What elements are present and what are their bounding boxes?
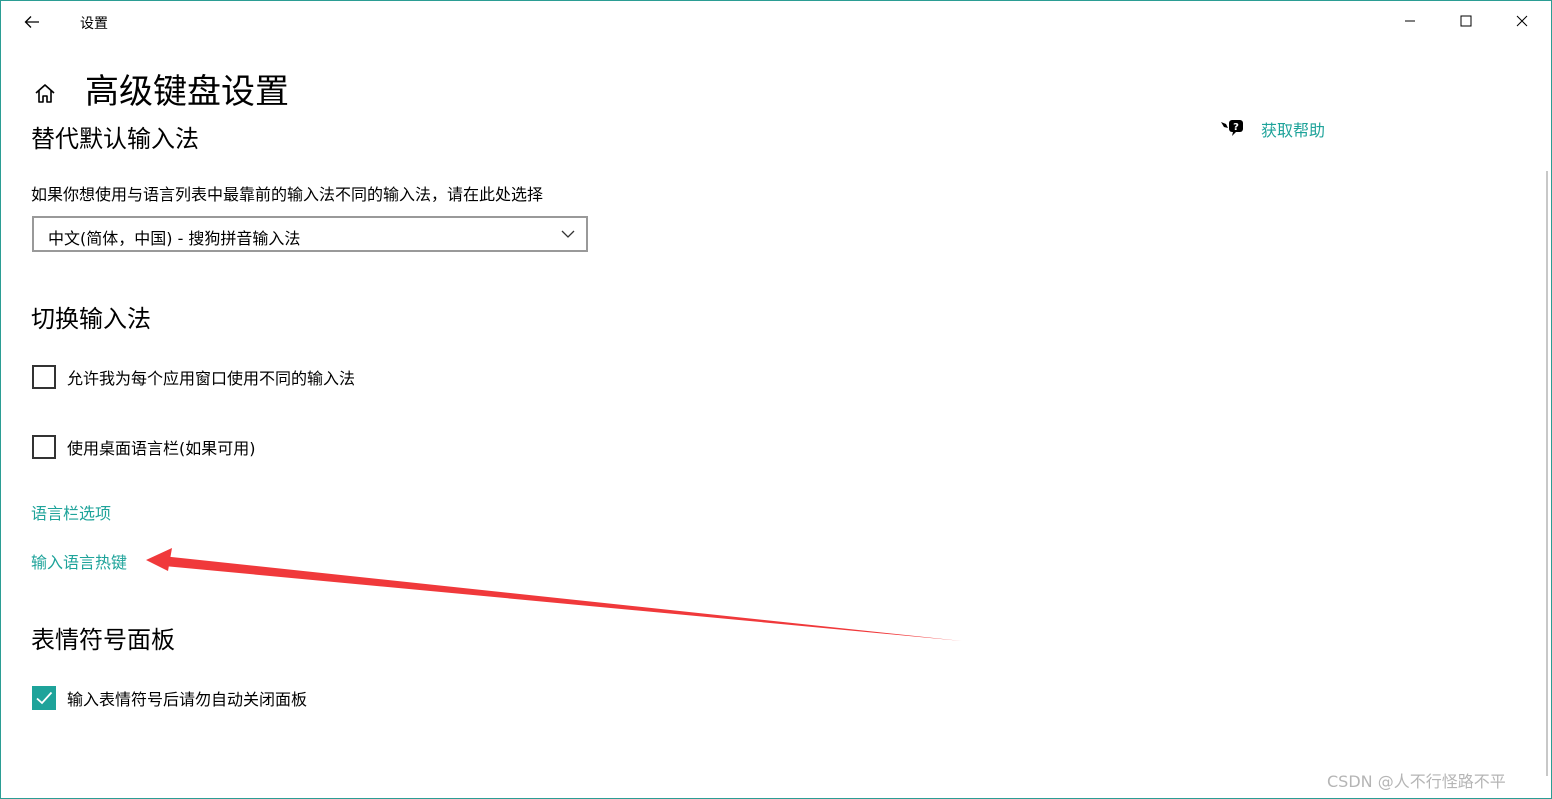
checkmark-icon bbox=[36, 691, 53, 705]
maximize-icon bbox=[1460, 15, 1472, 27]
get-help-label: 获取帮助 bbox=[1261, 121, 1326, 140]
watermark: CSDN @人不行怪路不平 bbox=[1327, 772, 1506, 791]
dropdown-selected-value: 中文(简体，中国) - 搜狗拼音输入法 bbox=[48, 229, 301, 248]
emoji-auto-close-label: 输入表情符号后请勿自动关闭面板 bbox=[67, 690, 308, 709]
per-app-input-label: 允许我为每个应用窗口使用不同的输入法 bbox=[67, 369, 356, 388]
switch-input-heading: 切换输入法 bbox=[31, 305, 151, 333]
desktop-language-bar-checkbox[interactable] bbox=[32, 435, 56, 459]
chevron-down-icon bbox=[561, 230, 575, 238]
emoji-auto-close-checkbox-row[interactable]: 输入表情符号后请勿自动关闭面板 bbox=[32, 686, 307, 710]
scrollbar[interactable] bbox=[1546, 171, 1548, 776]
override-input-description: 如果你想使用与语言列表中最靠前的输入法不同的输入法，请在此处选择 bbox=[31, 185, 544, 204]
settings-window: 设置 高级键盘设置 ? 获取帮助 替代默认输入法 如果你想使用与语言列表中最靠前… bbox=[0, 0, 1552, 799]
per-app-input-checkbox[interactable] bbox=[32, 365, 56, 389]
back-button[interactable] bbox=[15, 7, 49, 37]
maximize-button[interactable] bbox=[1438, 1, 1494, 41]
home-button[interactable] bbox=[31, 79, 59, 107]
per-app-input-checkbox-row[interactable]: 允许我为每个应用窗口使用不同的输入法 bbox=[32, 365, 355, 389]
minimize-button[interactable] bbox=[1382, 1, 1438, 41]
emoji-auto-close-checkbox[interactable] bbox=[32, 686, 56, 710]
language-bar-options-link[interactable]: 语言栏选项 bbox=[31, 500, 111, 524]
app-title: 设置 bbox=[80, 16, 108, 32]
page-title: 高级键盘设置 bbox=[85, 72, 289, 112]
svg-text:?: ? bbox=[1233, 122, 1239, 133]
help-chat-icon: ? bbox=[1221, 120, 1243, 136]
desktop-language-bar-checkbox-row[interactable]: 使用桌面语言栏(如果可用) bbox=[32, 435, 256, 459]
input-language-hotkeys-link[interactable]: 输入语言热键 bbox=[31, 549, 127, 573]
minimize-icon bbox=[1405, 20, 1415, 22]
emoji-panel-heading: 表情符号面板 bbox=[31, 626, 175, 654]
override-input-heading: 替代默认输入法 bbox=[31, 125, 199, 153]
input-method-dropdown[interactable]: 中文(简体，中国) - 搜狗拼音输入法 bbox=[32, 216, 588, 252]
desktop-language-bar-label: 使用桌面语言栏(如果可用) bbox=[67, 439, 256, 458]
home-icon bbox=[35, 84, 55, 103]
close-icon bbox=[1516, 15, 1528, 27]
back-arrow-icon bbox=[24, 16, 39, 28]
get-help-link[interactable]: ? 获取帮助 bbox=[1219, 117, 1325, 141]
close-button[interactable] bbox=[1494, 1, 1550, 41]
title-bar: 设置 bbox=[1, 1, 1551, 45]
